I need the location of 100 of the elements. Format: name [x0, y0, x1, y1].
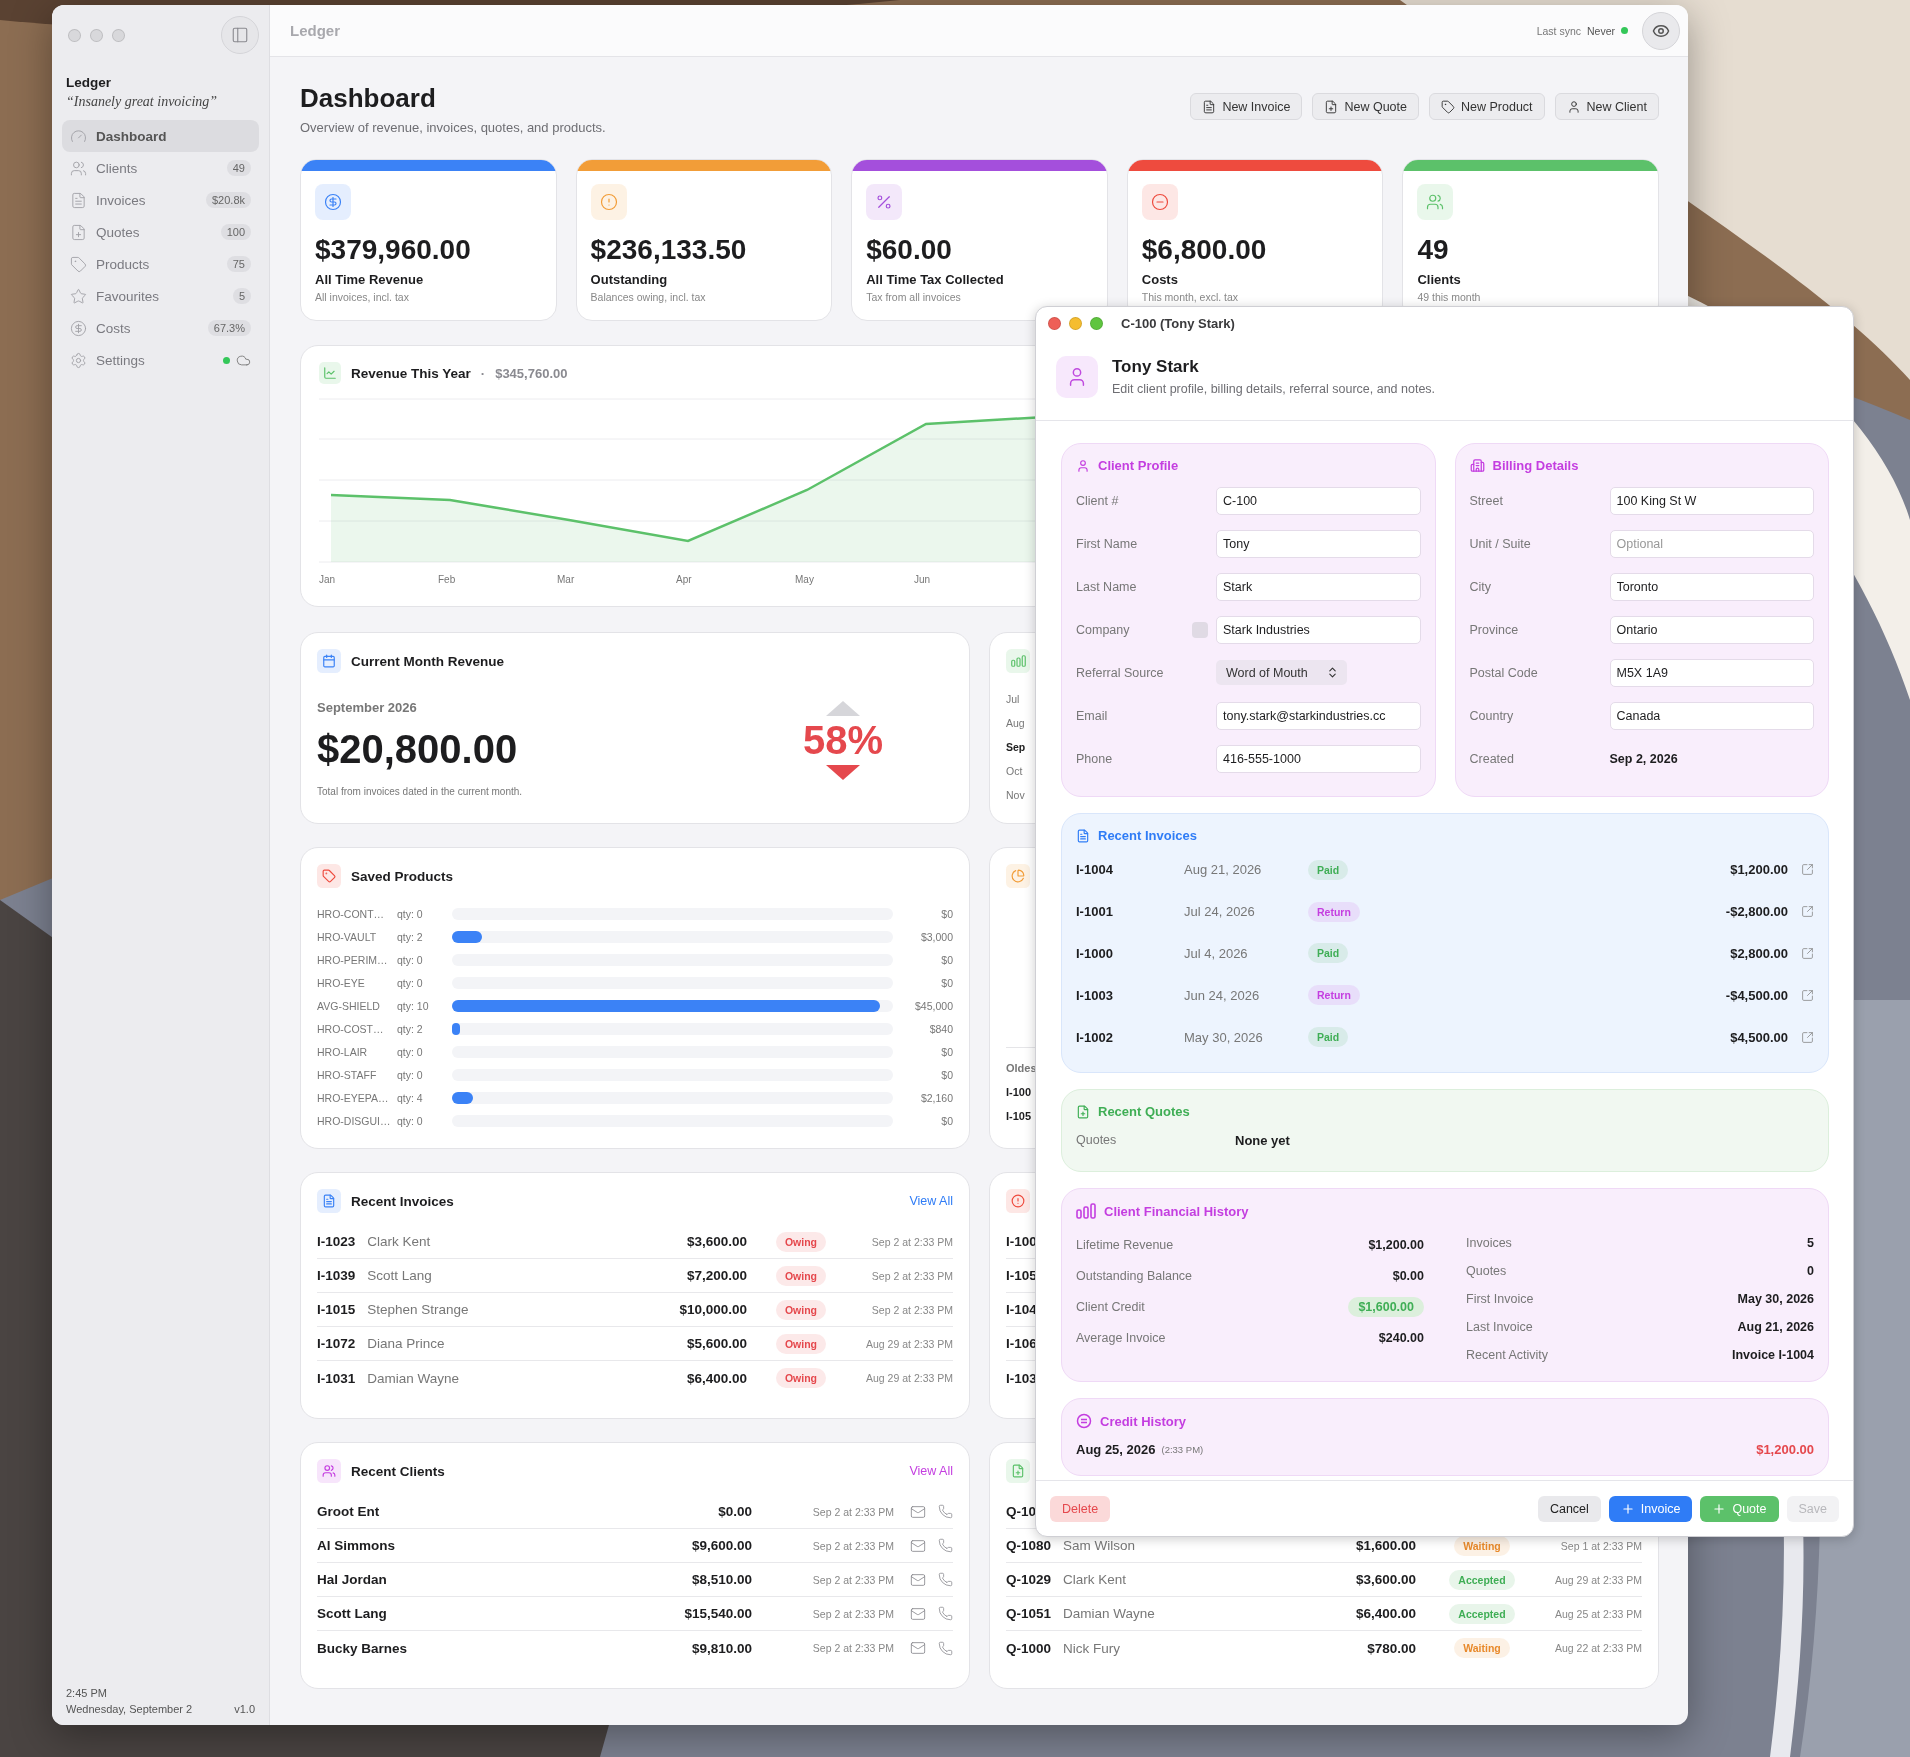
separator-dot: · [480, 365, 486, 381]
checkbox[interactable] [1192, 621, 1208, 638]
card-note: Total from invoices dated in the current month. [317, 785, 524, 797]
client-name: Stephen Strange [367, 1302, 469, 1317]
document-icon [1202, 99, 1217, 114]
open-link-icon[interactable] [1801, 988, 1814, 1002]
dialog-button[interactable]: Cancel [1537, 1495, 1601, 1522]
text-field[interactable]: 416-555-1000 [1216, 744, 1421, 773]
invoice-date: Sep 2 at 2:33 PM [870, 1269, 953, 1282]
mail-icon[interactable] [910, 1503, 926, 1520]
text-field[interactable]: Toronto [1609, 572, 1814, 601]
phone-icon[interactable] [938, 1572, 953, 1587]
section-title: Client Profile [1098, 458, 1179, 473]
sidebar-item[interactable]: Settings [62, 344, 259, 376]
mail-icon[interactable] [910, 1640, 926, 1656]
status-badge: Owing [775, 1265, 827, 1286]
minimize-button[interactable] [1069, 316, 1082, 330]
view-all-link[interactable]: View All [909, 1194, 953, 1208]
month-item[interactable]: Jul [1006, 687, 1020, 711]
text-field[interactable]: Optional [1609, 529, 1814, 558]
mail-icon[interactable] [910, 1571, 926, 1588]
stat-note: 49 this month [1417, 291, 1481, 303]
people-icon [1426, 193, 1445, 211]
section-title: Credit History [1100, 1413, 1186, 1429]
sidebar-item[interactable]: Invoices $20.8k [62, 184, 259, 216]
invoice-number: I-1031 [317, 1370, 356, 1386]
text-field[interactable]: Stark [1216, 572, 1421, 601]
action-button[interactable]: New Client [1554, 93, 1659, 120]
client-name: Scott Lang [317, 1606, 387, 1621]
credit-icon [1076, 1413, 1092, 1429]
sidebar-item[interactable]: Favourites 5 [62, 280, 259, 312]
product-code: HRO-EYEPA… [317, 1091, 390, 1104]
close-button[interactable] [1048, 316, 1061, 330]
client-name: Scott Lang [367, 1268, 432, 1283]
phone-icon[interactable] [938, 1640, 953, 1656]
month-item[interactable]: Aug [1006, 711, 1025, 735]
phone-icon[interactable] [938, 1538, 953, 1553]
people-icon [322, 1464, 336, 1478]
stat-note: Balances owing, incl. tax [590, 291, 706, 303]
dialog-button[interactable]: Invoice [1608, 1495, 1693, 1522]
text-field[interactable]: Ontario [1609, 615, 1814, 644]
open-link-icon[interactable] [1801, 1030, 1814, 1044]
text-field[interactable]: tony.stark@starkindustries.cc [1216, 701, 1421, 730]
mail-icon[interactable] [910, 1605, 926, 1622]
invoice-number: I-1000 [1076, 946, 1114, 961]
action-button[interactable]: New Product [1429, 93, 1545, 120]
axis-label: Apr [676, 574, 692, 585]
window-title: C-100 (Tony Stark) [1121, 315, 1235, 331]
document-icon [1076, 828, 1090, 843]
view-all-link[interactable]: View All [909, 1464, 953, 1478]
zoom-button[interactable] [1090, 316, 1103, 330]
text-field[interactable]: C-100 [1216, 486, 1421, 515]
stat-value: 5 [1807, 1236, 1814, 1250]
text-field[interactable]: Tony [1216, 529, 1421, 558]
text-field[interactable]: M5X 1A9 [1609, 658, 1814, 687]
sidebar-item[interactable]: Clients 49 [62, 152, 259, 184]
status-badge: Owing [775, 1231, 827, 1252]
open-link-icon[interactable] [1801, 863, 1814, 877]
sidebar-item[interactable]: Quotes 100 [62, 216, 259, 248]
document-plus-icon [1076, 1104, 1090, 1119]
eye-button[interactable] [1642, 11, 1680, 50]
axis-label: Mar [557, 574, 575, 585]
page-title: Dashboard [300, 83, 437, 114]
status-badge: Owing [775, 1368, 827, 1388]
text-field[interactable]: Canada [1609, 701, 1814, 730]
phone-icon[interactable] [938, 1504, 953, 1519]
phone-icon[interactable] [938, 1606, 953, 1621]
text-field[interactable]: Stark Industries [1216, 615, 1421, 644]
invoice-date: Jul 24, 2026 [1184, 904, 1256, 920]
window-control[interactable] [68, 28, 81, 42]
chart-total: $345,760.00 [495, 365, 568, 381]
quote-date: Sep 1 at 2:33 PM [1559, 1539, 1642, 1552]
stat-label: All Time Tax Collected [866, 272, 1004, 287]
invoice-number: I-105 [1006, 1268, 1037, 1283]
mail-icon[interactable] [910, 1537, 926, 1554]
open-link-icon[interactable] [1801, 947, 1814, 960]
dropdown[interactable]: Word of Mouth [1216, 660, 1347, 685]
window-control[interactable] [90, 28, 103, 42]
month-item[interactable]: Nov [1006, 783, 1025, 807]
count-badge: 5 [232, 288, 251, 304]
sidebar-item[interactable]: Costs 67.3% [62, 312, 259, 344]
sidebar-item[interactable]: Dashboard [62, 120, 259, 152]
sidebar-item[interactable]: Products 75 [62, 248, 259, 280]
stat-label: Average Invoice [1076, 1330, 1166, 1345]
action-button[interactable]: New Quote [1312, 93, 1419, 120]
invoice-number: I-105 [1006, 1110, 1032, 1122]
client-date: Sep 2 at 2:33 PM [811, 1539, 894, 1552]
product-qty: qty: 0 [397, 907, 424, 920]
action-button[interactable]: New Invoice [1190, 93, 1303, 120]
sidebar-toggle-button[interactable] [221, 16, 259, 54]
text-field[interactable]: 100 King St W [1609, 486, 1814, 515]
month-item[interactable]: Sep [1006, 735, 1026, 759]
open-link-icon[interactable] [1801, 905, 1814, 919]
month-item[interactable]: Oct [1006, 759, 1023, 783]
toolbar-title: Ledger [290, 22, 340, 39]
plus-icon [1620, 1501, 1635, 1516]
stat-value: Invoice I-1004 [1732, 1348, 1814, 1362]
window-control[interactable] [112, 28, 125, 42]
star-icon [70, 287, 87, 305]
clock-time: 2:45 PM [66, 1687, 108, 1699]
